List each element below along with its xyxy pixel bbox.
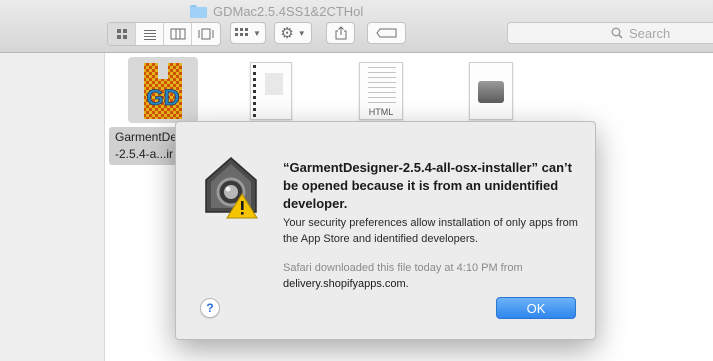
column-view-icon <box>170 28 185 40</box>
ok-button[interactable]: OK <box>496 297 576 319</box>
window-title-area: GDMac2.5.4SS1&2CTHol <box>190 2 363 20</box>
share-button[interactable] <box>326 22 355 44</box>
search-input[interactable] <box>629 25 709 41</box>
download-note-text: Safari downloaded this file today at 4:1… <box>283 262 523 274</box>
list-view-button[interactable] <box>136 23 164 45</box>
doc-cover <box>265 73 283 95</box>
gatekeeper-warning-icon <box>205 157 258 219</box>
finder-toolbar: GDMac2.5.4SS1&2CTHol ▼ ⚙ ▼ <box>0 0 713 53</box>
download-source: delivery.shopifyapps.com. <box>283 278 409 290</box>
column-view-button[interactable] <box>164 23 192 45</box>
garment-designer-app-icon[interactable]: GD <box>128 57 198 123</box>
drive-graphic <box>478 81 504 103</box>
gatekeeper-alert-dialog: “GarmentDesigner-2.5.4-all-osx-installer… <box>175 121 596 340</box>
cover-flow-icon <box>198 28 214 40</box>
action-button[interactable]: ⚙ ▼ <box>274 22 312 44</box>
view-mode-control <box>107 22 221 46</box>
disk-image-icon[interactable] <box>469 62 513 120</box>
chevron-down-icon: ▼ <box>253 28 261 38</box>
grid-icon <box>235 28 249 36</box>
manual-doc-icon[interactable] <box>250 62 292 120</box>
window-title: GDMac2.5.4SS1&2CTHol <box>213 3 364 19</box>
gear-icon: ⚙ <box>280 25 294 42</box>
tag-icon <box>375 28 396 38</box>
icon-view-icon <box>116 29 127 39</box>
arrange-button[interactable]: ▼ <box>230 22 266 44</box>
dialog-title: “GarmentDesigner-2.5.4-all-osx-installer… <box>283 160 572 211</box>
svg-text:GD: GD <box>147 85 180 110</box>
help-button[interactable]: ? <box>200 298 220 318</box>
cover-flow-view-button[interactable] <box>192 23 220 45</box>
html-doc-icon[interactable]: HTML <box>359 62 403 120</box>
icon-view-button[interactable] <box>108 23 136 45</box>
chevron-down-icon: ▼ <box>297 28 306 38</box>
search-field[interactable] <box>507 22 713 44</box>
share-icon <box>335 26 346 40</box>
sidebar <box>0 53 105 361</box>
tags-button[interactable] <box>367 22 406 44</box>
dialog-message: Your security preferences allow installa… <box>283 217 578 245</box>
search-icon <box>611 27 623 39</box>
dialog-download-note: Safari downloaded this file today at 4:1… <box>283 260 583 292</box>
doc-text-lines <box>360 67 402 103</box>
html-badge: HTML <box>368 107 394 117</box>
spiral-binding <box>253 65 260 117</box>
list-view-icon <box>143 30 156 40</box>
folder-icon <box>190 4 207 18</box>
